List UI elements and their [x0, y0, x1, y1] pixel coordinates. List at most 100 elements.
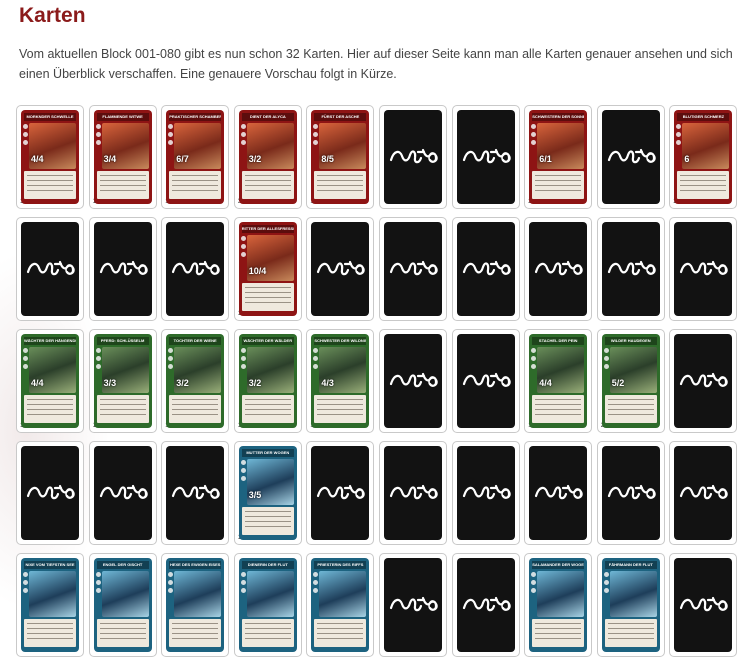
card-back-face	[674, 558, 733, 652]
card-back[interactable]	[669, 553, 738, 657]
card-blue[interactable]: NIXE VOM TIEFSTEN SEE	[16, 553, 84, 657]
game-logo-icon	[388, 482, 440, 504]
card-blue[interactable]: PRIESTERIN DES RIFFS	[306, 553, 375, 657]
card-face: DIENERIN DER FLUT	[238, 558, 297, 652]
card-back-face	[21, 222, 79, 316]
card-stats: 6/1	[539, 154, 552, 164]
card-gem-icons	[23, 348, 28, 372]
game-logo-icon	[388, 370, 440, 392]
card-red[interactable]: 3DIENT DER ALYCA3/2	[233, 105, 302, 209]
card-back[interactable]	[524, 441, 593, 545]
card-back[interactable]	[451, 105, 520, 209]
card-back[interactable]	[669, 329, 738, 433]
card-artwork	[174, 571, 222, 617]
card-gem-icons	[168, 348, 174, 372]
card-back[interactable]	[669, 217, 738, 321]
card-back[interactable]	[306, 217, 375, 321]
card-face: DIENT DER ALYCA 3/2	[238, 110, 297, 204]
card-stats: 3/2	[248, 154, 262, 164]
card-back[interactable]	[161, 217, 230, 321]
card-back-face	[384, 222, 442, 316]
card-back-face	[456, 110, 515, 204]
card-red[interactable]: 1PRAKTISCHER SCHAMBER6/7	[161, 105, 230, 209]
card-text-box	[96, 171, 149, 199]
card-back[interactable]	[451, 553, 520, 657]
card-gem-icons	[95, 348, 101, 372]
game-logo-icon	[25, 482, 77, 504]
card-back[interactable]	[451, 329, 520, 433]
card-red[interactable]: 1RITTER DER ALLESFRESSENDEN FLAMME10/4	[233, 217, 302, 321]
game-logo-icon	[461, 594, 513, 616]
card-text-box	[241, 171, 294, 199]
card-red[interactable]: 2SCHWESTERN DER SONNE6/1	[524, 105, 593, 209]
card-gem-icons	[603, 348, 609, 372]
card-name: PRIESTERIN DES RIFFS	[314, 561, 367, 569]
card-green[interactable]: 1STACHEL DER PEIN4/4	[524, 329, 593, 433]
card-back[interactable]	[16, 441, 84, 545]
card-text-box	[314, 619, 367, 647]
card-red[interactable]: 1FLAMMENDE WITWE3/4	[88, 105, 157, 209]
card-face: MORKNDER SCHWELLE 4/4	[21, 110, 79, 204]
game-logo-icon	[315, 482, 367, 504]
card-back-face	[529, 222, 588, 316]
card-blue[interactable]: HEXE DES EWIGEN EISES	[161, 553, 230, 657]
card-red[interactable]: 1FÜRST DER ASCHE8/5	[306, 105, 375, 209]
card-name: ENGEL DER GISCHT	[96, 561, 149, 569]
card-green[interactable]: 1WÄCHTER DER WÄLDER3/2	[233, 329, 302, 433]
card-stats: 6/7	[176, 154, 189, 164]
card-back-face	[674, 334, 733, 428]
card-red[interactable]: 2BLUTIGER SCHMERZ6	[669, 105, 738, 209]
card-back[interactable]	[596, 441, 665, 545]
card-text-box	[604, 619, 657, 647]
card-back[interactable]	[596, 217, 665, 321]
card-back-face	[674, 222, 733, 316]
game-logo-icon	[678, 258, 730, 280]
card-blue[interactable]: 1MUTTER DER WOGEN3/5	[233, 441, 302, 545]
card-text-box	[314, 395, 367, 423]
card-back[interactable]	[306, 441, 375, 545]
card-name: WILDER HAUDEGEN	[604, 337, 657, 345]
game-logo-icon	[461, 370, 513, 392]
card-back[interactable]	[379, 553, 447, 657]
card-back[interactable]	[451, 217, 520, 321]
card-text-box	[24, 619, 76, 647]
card-gem-icons	[531, 348, 537, 372]
card-green[interactable]: 2WILDER HAUDEGEN5/2	[596, 329, 665, 433]
game-logo-icon	[461, 258, 513, 280]
card-back[interactable]	[379, 329, 447, 433]
card-back[interactable]	[16, 217, 84, 321]
card-gem-icons	[23, 572, 28, 596]
card-red[interactable]: 1MORKNDER SCHWELLE4/4	[16, 105, 84, 209]
card-gem-icons	[168, 124, 174, 148]
card-face: FLAMMENDE WITWE 3/4	[93, 110, 152, 204]
card-blue[interactable]: ENGEL DER GISCHT	[88, 553, 157, 657]
card-back[interactable]	[88, 217, 157, 321]
card-name: FÄHRMANN DER FLUT	[604, 561, 657, 569]
card-blue[interactable]: SALAMANDER DER WOGEN	[524, 553, 593, 657]
card-green[interactable]: 1WÄCHTER DER HÄNGENDEN GÄRTEN4/4	[16, 329, 84, 433]
card-back[interactable]	[669, 441, 738, 545]
card-name: TOCHTER DER WIENE	[169, 337, 222, 345]
card-name: MUTTER DER WOGEN	[241, 449, 294, 457]
game-logo-icon	[388, 594, 440, 616]
card-name: FÜRST DER ASCHE	[314, 113, 367, 121]
card-green[interactable]: 1SCHWESTER DER WILDNIS4/3	[306, 329, 375, 433]
card-back[interactable]	[596, 105, 665, 209]
card-face: WILDER HAUDEGEN 5/2	[601, 334, 660, 428]
card-blue[interactable]: FÄHRMANN DER FLUT	[596, 553, 665, 657]
card-back[interactable]	[379, 105, 447, 209]
card-green[interactable]: 1TOCHTER DER WIENE3/2	[161, 329, 230, 433]
card-artwork	[537, 571, 585, 617]
game-logo-icon	[388, 258, 440, 280]
card-back[interactable]	[379, 441, 447, 545]
card-green[interactable]: 1PFERD: SCHLÜSSELM3/3	[88, 329, 157, 433]
card-blue[interactable]: DIENERIN DER FLUT	[233, 553, 302, 657]
card-text-box	[532, 395, 585, 423]
card-face: MUTTER DER WOGEN 3/5	[238, 446, 297, 540]
card-artwork	[609, 571, 657, 617]
card-back[interactable]	[88, 441, 157, 545]
card-back[interactable]	[379, 217, 447, 321]
card-back[interactable]	[451, 441, 520, 545]
card-back[interactable]	[524, 217, 593, 321]
card-back[interactable]	[161, 441, 230, 545]
